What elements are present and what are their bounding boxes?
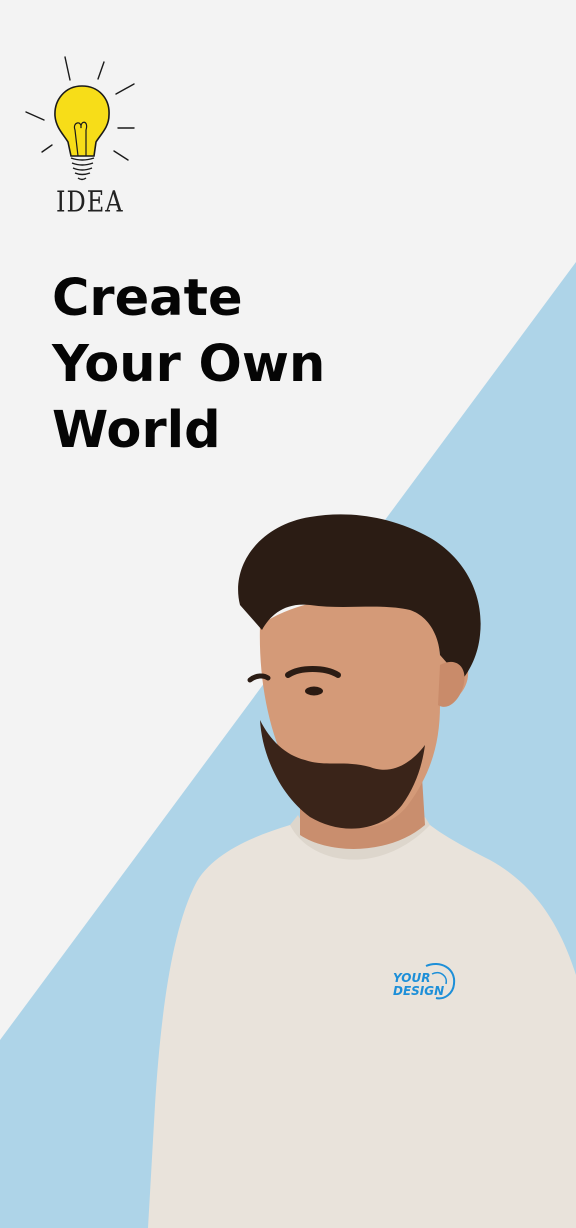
hero-headline: Create Your Own World [52,266,325,464]
headline-line-3: World [52,401,221,460]
idea-logo: IDEA [22,52,142,227]
model-photo [148,514,576,1228]
headline-line-2: Your Own [52,335,326,394]
headline-line-1: Create [52,269,243,328]
idea-logo-label: IDEA [56,185,124,219]
your-design-badge-text: YOUR DESIGN [393,972,444,998]
badge-line-2: DESIGN [393,984,445,998]
lightbulb-icon [25,56,135,181]
